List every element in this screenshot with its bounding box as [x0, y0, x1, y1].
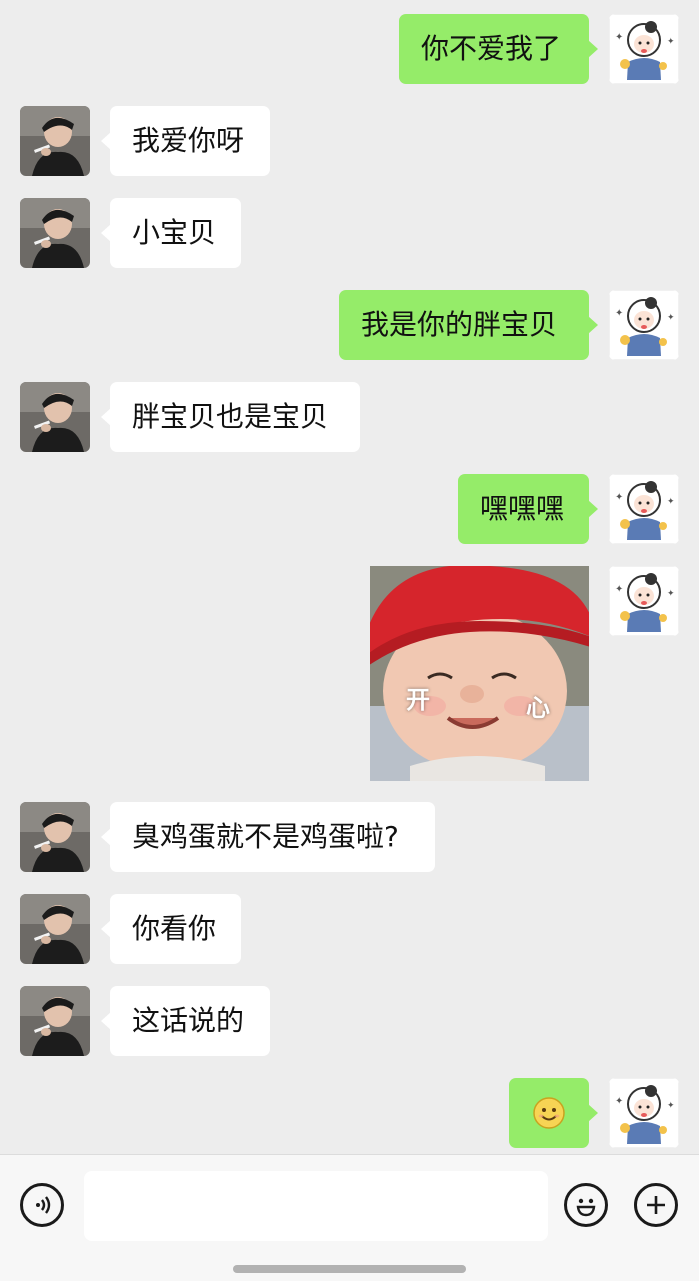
avatar-contact[interactable]: [20, 986, 90, 1056]
emoji-button[interactable]: [564, 1183, 608, 1227]
svg-text:✦: ✦: [667, 497, 675, 507]
svg-text:✦: ✦: [667, 37, 675, 47]
avatar-self[interactable]: ✦ ✦: [609, 566, 679, 636]
more-button[interactable]: [634, 1183, 678, 1227]
home-indicator[interactable]: [233, 1265, 466, 1273]
plus-icon: [647, 1196, 665, 1214]
voice-icon: [36, 1196, 51, 1214]
avatar-self[interactable]: ✦ ✦: [609, 1078, 679, 1148]
message-input[interactable]: [84, 1171, 548, 1241]
message-bubble[interactable]: [509, 1078, 598, 1148]
emoji-icon: [576, 1198, 596, 1217]
svg-text:✦: ✦: [667, 589, 675, 599]
avatar-self[interactable]: ✦ ✦: [609, 290, 679, 360]
avatar-contact[interactable]: [20, 198, 90, 268]
smile-emoji-icon: [533, 1097, 565, 1129]
message-bubble[interactable]: 你看你: [101, 894, 241, 964]
chat-input-bar: [0, 1154, 699, 1281]
avatar-self[interactable]: ✦ ✦: [609, 474, 679, 544]
message-bubble[interactable]: 我是你的胖宝贝: [339, 290, 598, 360]
voice-button[interactable]: [20, 1183, 64, 1227]
message-bubble[interactable]: 你不爱我了: [399, 14, 598, 84]
svg-text:✦: ✦: [615, 584, 623, 595]
avatar-contact[interactable]: [20, 802, 90, 872]
message-bubble[interactable]: 臭鸡蛋就不是鸡蛋啦?: [101, 802, 435, 872]
sticker-caption-left: 开: [406, 686, 430, 714]
avatar-self[interactable]: ✦ ✦: [609, 14, 679, 84]
sticker-caption-right: 心: [526, 694, 550, 722]
message-bubble[interactable]: 小宝贝: [101, 198, 241, 268]
avatar-contact[interactable]: [20, 382, 90, 452]
svg-text:✦: ✦: [615, 492, 623, 503]
message-bubble[interactable]: 嘿嘿嘿: [458, 474, 598, 544]
avatar-contact[interactable]: [20, 106, 90, 176]
message-bubble[interactable]: 我爱你呀: [101, 106, 270, 176]
svg-text:✦: ✦: [615, 308, 623, 319]
svg-text:✦: ✦: [667, 1101, 675, 1111]
svg-text:✦: ✦: [667, 313, 675, 323]
svg-text:✦: ✦: [615, 1096, 623, 1107]
svg-text:✦: ✦: [615, 32, 623, 43]
message-bubble[interactable]: 胖宝贝也是宝贝: [101, 382, 360, 452]
sticker-image[interactable]: 开 心: [370, 566, 589, 781]
message-bubble[interactable]: 这话说的: [101, 986, 270, 1056]
avatar-contact[interactable]: [20, 894, 90, 964]
